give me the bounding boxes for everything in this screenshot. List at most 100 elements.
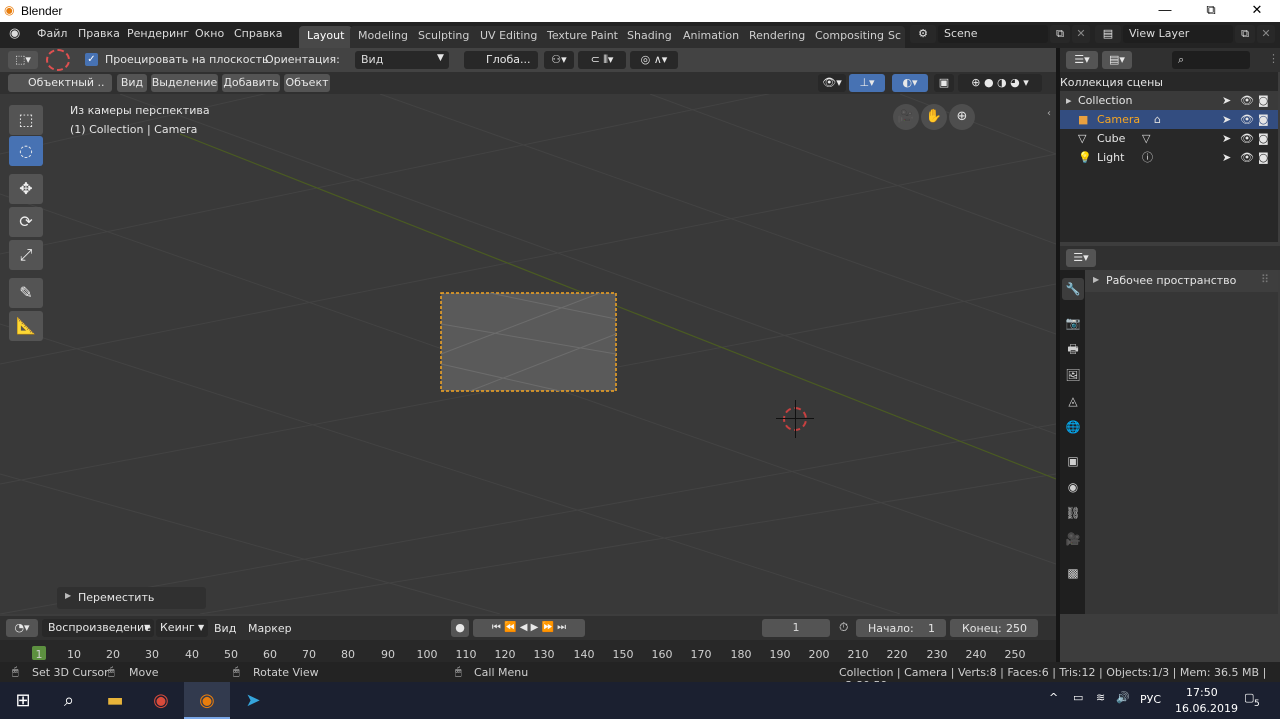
volume-icon[interactable]: 🔊	[1116, 691, 1130, 704]
timeline-ruler[interactable]: 1 10 20 30 40 50 60 70 80 90 100 110 120…	[0, 640, 1056, 662]
tab-constraints-icon[interactable]: ⛓	[1062, 502, 1084, 524]
playback-controls[interactable]: ⏮ ⏪ ◀ ▶ ⏩ ⏭	[473, 619, 585, 637]
stopwatch-icon[interactable]: ⏱	[839, 620, 848, 635]
outliner-row-collection[interactable]: ▸ Collection ➤ 👁 ◙	[1060, 91, 1278, 110]
chevron-up-icon[interactable]: ^	[1049, 691, 1058, 704]
timeline-editor-type-icon[interactable]: ◔▾	[6, 619, 38, 637]
properties-editor-type-icon[interactable]: ☰▾	[1066, 249, 1096, 267]
tab-tool-icon[interactable]: 🔧	[1062, 278, 1084, 300]
shading-modes-icon[interactable]: ⊕ ● ◑ ◕ ▾	[958, 74, 1042, 92]
new-view-layer-icon[interactable]: ⧉	[1235, 25, 1255, 43]
render-camera-icon[interactable]: ◙	[1258, 110, 1269, 129]
tab-modeling[interactable]: Modeling	[350, 26, 417, 48]
orientation-select[interactable]: Вид	[355, 51, 449, 69]
pan-hand-icon[interactable]: ✋	[921, 104, 947, 130]
outliner-row-cube[interactable]: ▽ Cube ▽ ➤ 👁 ◙	[1060, 129, 1278, 148]
tab-output-icon[interactable]: 🖶	[1062, 338, 1084, 360]
project-checkbox[interactable]: ✓	[85, 53, 98, 66]
menu-view[interactable]: Вид	[117, 74, 147, 92]
delete-scene-icon[interactable]: ✕	[1072, 25, 1090, 43]
select-arrow-icon[interactable]: ➤	[1222, 91, 1231, 110]
zoom-icon[interactable]: ⊕	[949, 104, 975, 130]
tab-scripting[interactable]: Sc	[884, 26, 906, 48]
snap-icon[interactable]: ⊂ ⫴▾	[578, 51, 626, 69]
menu-edit[interactable]: Правка	[78, 27, 120, 40]
scale-tool-icon[interactable]: ⤢	[9, 240, 43, 270]
view-layer-browse-button[interactable]: ▤	[1095, 25, 1121, 43]
rotate-tool-icon[interactable]: ⟳	[9, 207, 43, 237]
render-camera-icon[interactable]: ◙	[1258, 129, 1269, 148]
timeline-marker-menu[interactable]: Маркер	[248, 622, 292, 635]
tab-texture-icon[interactable]: ▩	[1062, 562, 1084, 584]
blender-taskbar-icon[interactable]: ◉	[184, 682, 230, 719]
move-tool-icon[interactable]: ✥	[9, 174, 43, 204]
playback-menu[interactable]: Воспроизведение	[42, 619, 154, 637]
render-camera-icon[interactable]: ◙	[1258, 91, 1269, 110]
blender-menu-icon[interactable]: ◉	[9, 26, 20, 41]
camera-view-icon[interactable]: 🎥	[893, 104, 919, 130]
gizmo-icon[interactable]: ⊥▾	[849, 74, 885, 92]
select-box-tool-icon[interactable]: ⬚	[9, 105, 43, 135]
eye-icon[interactable]: 👁	[1240, 129, 1254, 148]
tab-view-layer-icon[interactable]: 🖼	[1062, 364, 1084, 386]
measure-tool-icon[interactable]: 📐	[9, 311, 43, 341]
chrome-icon[interactable]: ◉	[138, 682, 184, 719]
overlays-icon[interactable]: ◐▾	[892, 74, 928, 92]
wifi-icon[interactable]: ≋	[1096, 691, 1105, 704]
tab-sculpting[interactable]: Sculpting	[410, 26, 478, 48]
menu-object[interactable]: Объект	[284, 74, 330, 92]
tab-physics-icon[interactable]: ◉	[1062, 476, 1084, 498]
tab-uv-editing[interactable]: UV Editing	[472, 26, 546, 48]
mode-select[interactable]: Объектный ..	[8, 74, 112, 92]
eye-icon[interactable]: 👁	[1240, 110, 1254, 129]
view-layer-name-field[interactable]: View Layer	[1123, 25, 1233, 43]
tab-animation[interactable]: Animation	[675, 26, 748, 48]
file-explorer-icon[interactable]: ▬	[92, 682, 138, 719]
active-tool-icon[interactable]: ⬚▾	[8, 51, 38, 69]
visibility-icon[interactable]: 👁▾	[818, 74, 846, 92]
outliner-row-camera[interactable]: ■ Camera ⌂ ➤ 👁 ◙	[1060, 110, 1278, 129]
pivot-point-icon[interactable]: ⚇▾	[544, 51, 574, 69]
new-scene-icon[interactable]: ⧉	[1050, 25, 1070, 43]
menu-select[interactable]: Выделение	[151, 74, 218, 92]
tab-layout[interactable]: Layout	[299, 26, 353, 48]
tab-compositing[interactable]: Compositing	[807, 26, 892, 48]
scene-browse-button[interactable]: ⚙	[910, 25, 936, 43]
render-camera-icon[interactable]: ◙	[1258, 148, 1269, 167]
tab-object-icon[interactable]: ▣	[1062, 450, 1084, 472]
select-arrow-icon[interactable]: ➤	[1222, 129, 1231, 148]
timeline-view-menu[interactable]: Вид	[214, 622, 236, 635]
select-circle-tool-icon[interactable]: ◌	[9, 136, 43, 166]
start-frame-field[interactable]: Начало: 1	[856, 619, 946, 637]
last-operator-panel[interactable]: ▶ Переместить	[57, 587, 206, 609]
tab-object-data-icon[interactable]: 🎥	[1062, 528, 1084, 550]
tab-world-icon[interactable]: 🌐	[1062, 416, 1084, 438]
menu-add[interactable]: Добавить	[222, 74, 280, 92]
menu-render[interactable]: Рендеринг	[127, 27, 189, 40]
minimize-button[interactable]: —	[1142, 0, 1188, 22]
end-frame-field[interactable]: Конец: 250	[950, 619, 1038, 637]
scene-name-field[interactable]: Scene	[938, 25, 1048, 43]
telegram-icon[interactable]: ➤	[230, 682, 276, 719]
tab-rendering[interactable]: Rendering	[741, 26, 814, 48]
tab-scene-icon[interactable]: ◬	[1062, 390, 1084, 412]
record-icon[interactable]: ●	[451, 619, 469, 637]
network-icon[interactable]: ▭	[1073, 691, 1083, 704]
xray-icon[interactable]: ▣	[934, 74, 954, 92]
transform-orientation-select[interactable]: Глоба...	[464, 51, 538, 69]
eye-icon[interactable]: 👁	[1240, 148, 1254, 167]
delete-view-layer-icon[interactable]: ✕	[1257, 25, 1275, 43]
menu-file[interactable]: Файл	[37, 27, 67, 40]
editor-type-icon[interactable]: ☰▾	[1066, 51, 1098, 69]
display-mode-icon[interactable]: ▤▾	[1102, 51, 1132, 69]
proportional-edit-icon[interactable]: ◎ ∧▾	[630, 51, 678, 69]
filter-icon[interactable]: ⋮	[1268, 52, 1279, 65]
clock-date[interactable]: 16.06.2019	[1175, 702, 1238, 715]
close-button[interactable]: ✕	[1234, 0, 1280, 22]
annotate-tool-icon[interactable]: ✎	[9, 278, 43, 308]
menu-help[interactable]: Справка	[234, 27, 282, 40]
menu-window[interactable]: Окно	[195, 27, 224, 40]
drag-handle-icon[interactable]: ⠿	[1261, 273, 1269, 286]
tab-shading[interactable]: Shading	[619, 26, 680, 48]
select-arrow-icon[interactable]: ➤	[1222, 148, 1231, 167]
